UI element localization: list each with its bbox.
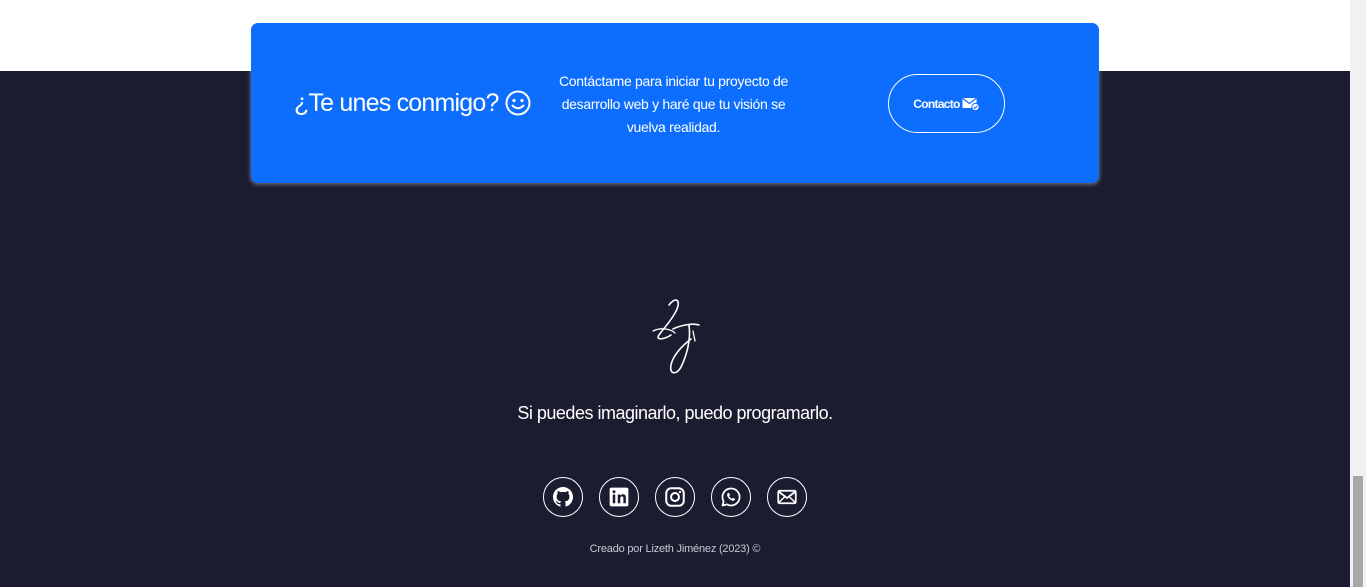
github-icon [553, 487, 573, 507]
cta-description: Contáctame para iniciar tu proyecto de d… [558, 73, 789, 135]
envelope-check-icon [962, 97, 980, 111]
email-link[interactable] [767, 477, 807, 517]
cta-title-text: ¿Te unes conmigo? [294, 88, 499, 117]
instagram-icon [665, 487, 685, 507]
vertical-scrollbar[interactable] [1350, 0, 1366, 587]
instagram-link[interactable] [655, 477, 695, 517]
whatsapp-icon [721, 487, 741, 507]
github-link[interactable] [543, 477, 583, 517]
linkedin-link[interactable] [599, 477, 639, 517]
cta-title: ¿Te unes conmigo? [294, 85, 531, 121]
smile-icon [505, 90, 531, 116]
whatsapp-link[interactable] [711, 477, 751, 517]
envelope-icon [777, 489, 797, 505]
contact-button-label: Contacto [913, 96, 960, 111]
footer-credit: Creado por Lizeth Jiménez (2023) © [589, 543, 761, 555]
lj-logo [652, 299, 700, 374]
scrollbar-thumb[interactable] [1353, 476, 1363, 587]
contact-button[interactable]: Contacto [888, 74, 1005, 133]
linkedin-icon [609, 487, 629, 507]
footer-tagline: Si puedes imaginarlo, puedo programarlo. [517, 403, 833, 423]
cta-card: ¿Te unes conmigo? Contáctame para inicia… [251, 23, 1099, 183]
social-links [543, 477, 807, 517]
